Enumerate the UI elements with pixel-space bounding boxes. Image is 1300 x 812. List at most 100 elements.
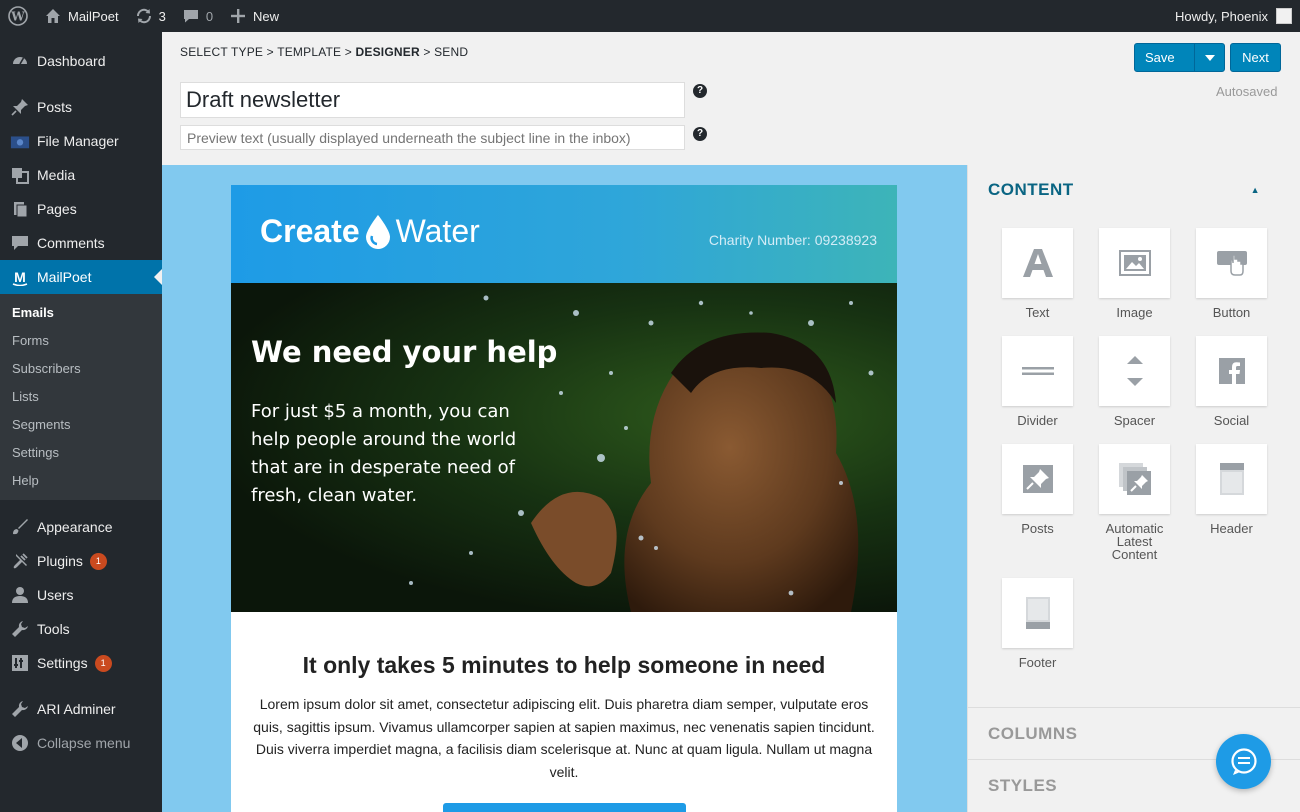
preview-text-input[interactable]	[180, 125, 685, 150]
submenu-item-lists[interactable]: Lists	[0, 382, 162, 410]
pages-icon	[10, 199, 30, 219]
submenu-item-subscribers[interactable]: Subscribers	[0, 354, 162, 382]
wordpress-logo-icon[interactable]: W	[0, 0, 36, 32]
avatar	[1276, 8, 1292, 24]
water-drop-icon	[365, 214, 390, 249]
spacer-widget[interactable]: Spacer	[1099, 336, 1170, 427]
next-button[interactable]: Next	[1230, 43, 1281, 72]
submenu-item-help[interactable]: Help	[0, 466, 162, 494]
sidebar-item-pages[interactable]: Pages	[0, 192, 162, 226]
sidebar-item-label: Posts	[37, 99, 73, 115]
updates-link[interactable]: 3	[127, 0, 174, 32]
header-icon	[1219, 463, 1244, 495]
facebook-icon	[1218, 358, 1245, 384]
breadcrumb-separator: >	[341, 45, 356, 59]
save-options-dropdown[interactable]	[1194, 44, 1224, 71]
sidebar-item-appearance[interactable]: Appearance	[0, 510, 162, 544]
posts-widget[interactable]: Posts	[1002, 444, 1073, 535]
text-widget[interactable]: Text	[1002, 228, 1073, 319]
sidebar-item-comments[interactable]: Comments	[0, 226, 162, 260]
subject-help-icon[interactable]: ?	[693, 84, 707, 98]
image-widget[interactable]: Image	[1099, 228, 1170, 319]
refresh-icon	[135, 7, 153, 25]
breadcrumb-send[interactable]: SEND	[434, 45, 468, 59]
widget-label: Social	[1213, 413, 1250, 428]
sidebar-item-mailpoet[interactable]: M MailPoet	[0, 260, 162, 294]
sidebar-item-dashboard[interactable]: Dashboard	[0, 44, 162, 78]
wrench-icon	[10, 699, 30, 719]
widget-label: Automatic Latest Content	[1105, 521, 1164, 562]
sidebar-item-settings[interactable]: Settings 1	[0, 646, 162, 680]
svg-text:M: M	[14, 269, 26, 285]
submenu-item-emails[interactable]: Emails	[0, 298, 162, 326]
sidebar-item-posts[interactable]: Posts	[0, 90, 162, 124]
svg-text:W: W	[10, 10, 25, 24]
email-header-block[interactable]: Create Water Charity Number: 09238923	[231, 185, 897, 283]
chat-support-button[interactable]	[1216, 734, 1271, 789]
sidebar-item-label: Tools	[37, 621, 70, 637]
submenu-item-forms[interactable]: Forms	[0, 326, 162, 354]
submenu-item-settings[interactable]: Settings	[0, 438, 162, 466]
sidebar-item-label: ARI Adminer	[37, 701, 116, 717]
sidebar-item-users[interactable]: Users	[0, 578, 162, 612]
content-section-title: CONTENT	[988, 180, 1074, 199]
sidebar-item-label: Users	[37, 587, 74, 603]
new-content-link[interactable]: New	[221, 0, 287, 32]
divider-icon	[1021, 367, 1054, 375]
comments-link[interactable]: 0	[174, 0, 221, 32]
social-widget[interactable]: Social	[1196, 336, 1267, 427]
sidebar-item-label: File Manager	[37, 133, 119, 149]
collapse-menu-button[interactable]: Collapse menu	[0, 726, 162, 760]
text-icon	[1022, 249, 1053, 277]
spacer-icon	[1126, 356, 1143, 386]
pin-icon	[10, 97, 30, 117]
sidebar-item-plugins[interactable]: Plugins 1	[0, 544, 162, 578]
chat-icon	[1230, 747, 1257, 775]
new-label: New	[253, 8, 280, 24]
hero-image-block[interactable]: We need your help For just $5 a month, y…	[231, 283, 897, 612]
sidebar-item-label: Plugins	[37, 553, 83, 569]
cta-button-block[interactable]	[442, 803, 686, 812]
save-button[interactable]: Save	[1134, 43, 1225, 72]
sidebar-item-file-manager[interactable]: File Manager	[0, 124, 162, 158]
preview-help-icon[interactable]: ?	[693, 127, 707, 141]
widget-label: Footer	[1018, 655, 1057, 670]
home-icon	[44, 7, 62, 25]
divider-widget[interactable]: Divider	[1002, 336, 1073, 427]
charity-number: Charity Number: 09238923	[708, 232, 877, 248]
plugins-update-badge: 1	[89, 552, 107, 570]
subject-input[interactable]	[180, 82, 685, 118]
sidebar-item-ari-adminer[interactable]: ARI Adminer	[0, 692, 162, 726]
submenu-item-segments[interactable]: Segments	[0, 410, 162, 438]
hero-body-text: For just $5 a month, you can help people…	[251, 401, 517, 506]
widget-label: Spacer	[1113, 413, 1156, 428]
sidebar-item-label: Appearance	[37, 519, 113, 535]
posts-icon	[1022, 465, 1053, 493]
email-text-block[interactable]: It only takes 5 minutes to help someone …	[231, 612, 897, 812]
comment-icon	[10, 233, 30, 253]
breadcrumb-template[interactable]: TEMPLATE	[277, 45, 341, 59]
content-section-toggle[interactable]: CONTENT ▲	[968, 165, 1300, 215]
brush-icon	[10, 517, 30, 537]
logo-water-text: Water	[395, 213, 480, 249]
site-name-link[interactable]: MailPoet	[36, 0, 127, 32]
sidebar-item-label: Settings	[37, 655, 88, 671]
widget-label: Divider	[1017, 413, 1058, 428]
header-widget[interactable]: Header	[1196, 444, 1267, 535]
widget-label: Button	[1212, 305, 1251, 320]
settings-update-badge: 1	[94, 654, 112, 672]
account-menu[interactable]: Howdy, Phoenix	[1167, 0, 1300, 32]
widget-label: Image	[1116, 305, 1153, 320]
sidebar-item-tools[interactable]: Tools	[0, 612, 162, 646]
mailpoet-icon: M	[10, 267, 30, 287]
footer-widget[interactable]: Footer	[1002, 578, 1073, 669]
footer-icon	[1025, 597, 1050, 629]
sidebar-item-media[interactable]: Media	[0, 158, 162, 192]
updates-count: 3	[158, 8, 166, 24]
email-preview[interactable]: Create Water Charity Number: 09238923 We…	[231, 185, 897, 812]
admin-bar: W MailPoet 3 0 New Howdy, Phoenix	[0, 0, 1300, 32]
breadcrumb-select-type[interactable]: SELECT TYPE	[180, 45, 263, 59]
button-widget[interactable]: Button	[1196, 228, 1267, 319]
automatic-latest-content-widget[interactable]: Automatic Latest Content	[1099, 444, 1170, 561]
comments-count: 0	[205, 8, 214, 24]
